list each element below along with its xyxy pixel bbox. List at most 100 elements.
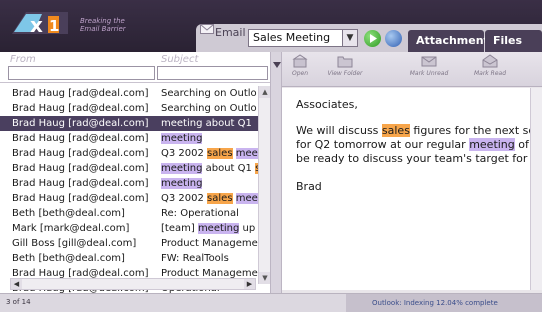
row-subject: [team] meeting up	[161, 221, 258, 236]
text-segment: We will discuss	[296, 124, 382, 137]
highlight-sales: sales	[207, 193, 233, 204]
row-from: Brad Haug [rad@deal.com]	[12, 193, 149, 204]
envelope-icon	[200, 24, 214, 34]
preview-toolbar: Open View Folder Mark Unread Mark Read	[282, 52, 542, 87]
row-subject: meeting about Q1	[161, 116, 258, 131]
x1-logo: x 1	[12, 12, 68, 37]
open-envelope-icon	[482, 54, 498, 68]
collapse-arrow-icon[interactable]	[273, 62, 281, 68]
pane-splitter[interactable]	[270, 52, 282, 296]
preview-body: We will discuss sales figures for the ne…	[296, 124, 530, 166]
row-from: Brad Haug [rad@deal.com]	[12, 163, 149, 174]
message-list: Brad Haug [rad@deal.com] Searching on Out…	[0, 86, 258, 296]
status-bar: 3 of 14 Outlook: Indexing 12.04% complet…	[0, 293, 542, 312]
row-from: Brad Haug [rad@deal.com]	[12, 178, 149, 189]
go-arrow-icon[interactable]	[364, 30, 381, 47]
row-from: Brad Haug [rad@deal.com]	[12, 88, 149, 99]
scroll-left-icon[interactable]: ◀	[11, 279, 22, 289]
table-row[interactable]: Beth [beth@deal.com] FW: RealTools	[0, 251, 258, 266]
preview-line: be ready to discuss your team's target f…	[296, 152, 530, 166]
open-icon	[292, 54, 308, 68]
highlight-meeting: meeting	[197, 223, 240, 234]
row-subject: meeting	[161, 131, 258, 146]
table-row[interactable]: Beth [beth@deal.com] Re: Operational	[0, 206, 258, 221]
table-row[interactable]: Brad Haug [rad@deal.com] meeting about Q1…	[0, 161, 258, 176]
row-subject: Searching on Outlo	[161, 101, 258, 116]
row-subject: Q3 2002 sales mee	[161, 191, 258, 206]
highlight-meeting: meeting	[161, 133, 203, 144]
table-row[interactable]: Brad Haug [rad@deal.com] Searching on Out…	[0, 101, 258, 116]
subject-filter-input[interactable]	[157, 66, 268, 80]
folder-icon	[337, 56, 353, 68]
text-segment: figures for the next sch	[409, 124, 530, 137]
row-subject: meeting about Q1 s	[161, 161, 258, 176]
highlight-meeting: meeting	[161, 178, 203, 189]
table-row[interactable]: Gill Boss [gill@deal.com] Product Managem…	[0, 236, 258, 251]
table-row[interactable]: Brad Haug [rad@deal.com] meeting	[0, 131, 258, 146]
table-row[interactable]: Brad Haug [rad@deal.com] Q3 2002 sales me…	[0, 191, 258, 206]
row-subject: meeting	[161, 176, 258, 191]
indexing-status: Outlook: Indexing 12.04% complete	[346, 294, 542, 312]
table-row[interactable]: Brad Haug [rad@deal.com] meeting about Q1	[0, 116, 258, 131]
text-segment: Searching on Outlo	[161, 88, 257, 99]
highlight-meeting: mee	[235, 193, 258, 204]
row-subject: Q3 2002 sales mee	[161, 146, 258, 161]
highlight-meeting: meeting	[469, 138, 515, 151]
row-from: Brad Haug [rad@deal.com]	[12, 133, 149, 144]
text-segment: [team]	[161, 223, 198, 234]
row-subject: Product Manageme	[161, 236, 258, 251]
text-segment: be ready to discuss your team's target f…	[296, 152, 530, 165]
svg-text:x: x	[30, 13, 43, 37]
text-segment: of th	[518, 138, 530, 151]
tab-attachments[interactable]: Attachments	[408, 30, 495, 52]
row-from: Beth [beth@deal.com]	[12, 253, 125, 264]
chevron-down-icon[interactable]: ▼	[342, 29, 358, 47]
from-filter-input[interactable]	[8, 66, 155, 80]
text-segment: FW: RealTools	[161, 253, 229, 264]
text-segment: Q3 2002	[161, 193, 208, 204]
scroll-right-icon[interactable]: ▶	[244, 279, 255, 289]
globe-icon[interactable]	[385, 30, 402, 47]
closed-envelope-icon	[421, 56, 437, 67]
list-horizontal-scrollbar[interactable]: ◀ ▶	[10, 278, 256, 290]
column-header-subject[interactable]: Subject	[161, 54, 198, 66]
preview-line: We will discuss sales figures for the ne…	[296, 124, 530, 138]
preview-vertical-scrollbar[interactable]	[530, 88, 542, 290]
svg-text:1: 1	[49, 17, 59, 35]
search-scope-label[interactable]: Email	[215, 26, 246, 39]
row-from: Brad Haug [rad@deal.com]	[12, 148, 149, 159]
result-count: 3 of 14	[6, 298, 31, 306]
tab-files[interactable]: Files	[485, 30, 542, 52]
text-segment: up	[239, 223, 256, 234]
text-segment: meeting about Q1	[161, 118, 252, 129]
highlight-meeting: mee	[235, 148, 258, 159]
search-input[interactable]: Sales Meeting	[248, 29, 356, 47]
row-subject: Searching on Outlo	[161, 86, 258, 101]
view-folder-button[interactable]: View Folder	[326, 54, 364, 77]
preview-line: for Q2 tomorrow at our regular meeting o…	[296, 138, 530, 152]
table-row[interactable]: Brad Haug [rad@deal.com] meeting	[0, 176, 258, 191]
header-divider	[0, 82, 270, 83]
open-button[interactable]: Open	[288, 54, 312, 77]
mark-read-button[interactable]: Mark Read	[472, 54, 508, 77]
text-segment: for Q2 tomorrow at our regular	[296, 138, 470, 151]
mark-unread-button[interactable]: Mark Unread	[408, 54, 450, 77]
logo-tagline: Breaking the Email Barrier	[80, 17, 126, 33]
preview-greeting: Associates,	[296, 98, 358, 111]
highlight-sales: sales	[207, 148, 233, 159]
row-from: Mark [mark@deal.com]	[12, 223, 130, 234]
highlight-meeting: meeting	[161, 163, 203, 174]
table-row[interactable]: Brad Haug [rad@deal.com] Q3 2002 sales me…	[0, 146, 258, 161]
message-list-pane: From Subject Brad Haug [rad@deal.com] Sea…	[0, 52, 271, 296]
table-row[interactable]: Mark [mark@deal.com] [team] meeting up	[0, 221, 258, 236]
text-segment: Searching on Outlo	[161, 103, 257, 114]
table-row[interactable]: Brad Haug [rad@deal.com] Searching on Out…	[0, 86, 258, 101]
column-header-from[interactable]: From	[10, 54, 36, 66]
highlight-sales: sales	[381, 124, 410, 137]
preview-signature: Brad	[296, 180, 322, 193]
row-from: Gill Boss [gill@deal.com]	[12, 238, 137, 249]
text-segment: Q3 2002	[161, 148, 208, 159]
row-from: Brad Haug [rad@deal.com]	[12, 103, 149, 114]
row-from: Beth [beth@deal.com]	[12, 208, 125, 219]
text-segment: Product Manageme	[161, 238, 258, 249]
